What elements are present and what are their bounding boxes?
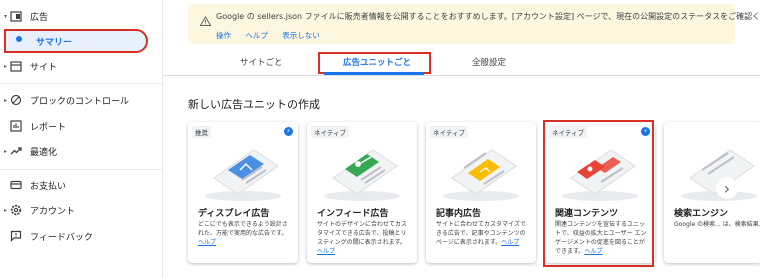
sidebar-item-reports[interactable]: レポート bbox=[0, 112, 160, 140]
sidebar-item-optimization[interactable]: ▸ 最適化 bbox=[0, 137, 160, 165]
web-icon bbox=[10, 60, 22, 72]
sidebar: ▾ 広告 サマリー ▸ サイト ▸ ブロックのコントロール レポート ▸ 最適化… bbox=[0, 0, 163, 278]
native-badge: ネイティブ bbox=[430, 126, 468, 138]
notice-action-link[interactable]: 操作 bbox=[216, 31, 231, 40]
sidebar-item-label: 広告 bbox=[30, 12, 49, 23]
sidebar-item-block-controls[interactable]: ▸ ブロックのコントロール bbox=[0, 86, 160, 114]
dot-icon bbox=[16, 36, 22, 42]
help-link[interactable]: ヘルプ bbox=[317, 248, 335, 255]
help-link[interactable]: ヘルプ bbox=[501, 239, 519, 246]
card-title: 関連コンテンツ bbox=[555, 209, 619, 219]
search-engine-illustration bbox=[681, 149, 757, 201]
in-article-ad-card[interactable]: ネイティブ 記事内広告 サイトに合わせてカスタマイズできる広告で、記事やコンテン… bbox=[426, 122, 536, 263]
sidebar-item-ads[interactable]: ▾ 広告 bbox=[0, 2, 160, 30]
notice-help-link[interactable]: ヘルプ bbox=[245, 31, 268, 40]
bolt-icon: ⚡ bbox=[284, 127, 293, 136]
sidebar-item-label: サイト bbox=[30, 62, 58, 73]
search-engine-card[interactable]: 検索エンジン Google の検索... は、検索結果... bbox=[664, 122, 760, 263]
sidebar-item-summary[interactable]: サマリー bbox=[0, 27, 160, 55]
card-description: Google の検索... は、検索結果... bbox=[674, 221, 760, 228]
ad-unit-icon bbox=[10, 10, 22, 22]
recommended-badge: 推奨 bbox=[192, 126, 211, 138]
card-title: 記事内広告 bbox=[436, 209, 482, 219]
notice-dismiss-link[interactable]: 表示しない bbox=[282, 31, 320, 40]
trending-icon bbox=[10, 145, 22, 157]
tab-bar: サイトごと 広告ユニットごと 全般設定 bbox=[163, 50, 760, 76]
bolt-icon: ⚡ bbox=[641, 127, 650, 136]
card-description: サイトのデザインに合わせてカスタマイズできる広告で、投稿とリスティングの間に表示… bbox=[317, 221, 408, 255]
sidebar-item-label: 最適化 bbox=[30, 147, 58, 158]
help-link[interactable]: ヘルプ bbox=[584, 248, 602, 255]
chevron-right-icon: ▸ bbox=[4, 96, 8, 104]
tab-general-settings[interactable]: 全般設定 bbox=[472, 56, 506, 68]
card-title: インフィード広告 bbox=[317, 209, 389, 219]
block-icon bbox=[10, 94, 22, 106]
next-arrow-button[interactable]: › bbox=[716, 177, 738, 199]
sidebar-item-label: ブロックのコントロール bbox=[30, 96, 130, 107]
tab-by-site[interactable]: サイトごと bbox=[240, 56, 283, 68]
display-ad-illustration bbox=[205, 149, 281, 201]
sidebar-item-feedback[interactable]: フィードバック bbox=[0, 222, 160, 250]
related-content-card[interactable]: ネイティブ ⚡ 関連コンテンツ 関連コンテンツを宣伝するユニットで、収益の拡大と… bbox=[545, 122, 655, 263]
divider bbox=[0, 169, 163, 170]
gear-icon bbox=[10, 204, 22, 216]
report-icon bbox=[10, 120, 22, 132]
sidebar-item-label: お支払い bbox=[30, 181, 67, 192]
card-description: サイトに合わせてカスタマイズできる広告で、記事やコンテンツのページに表示されます… bbox=[436, 221, 526, 246]
chevron-right-icon: ▸ bbox=[4, 206, 8, 214]
sidebar-item-label: フィードバック bbox=[30, 232, 93, 243]
warning-icon bbox=[199, 11, 212, 30]
sidebar-item-payments[interactable]: お支払い bbox=[0, 171, 160, 199]
feedback-icon bbox=[10, 230, 22, 242]
in-feed-ad-card[interactable]: ネイティブ インフィード広告 サイトのデザインに合わせてカスタマイズできる広告で… bbox=[307, 122, 417, 263]
in-feed-ad-illustration bbox=[324, 149, 400, 201]
related-content-illustration bbox=[562, 149, 638, 201]
chevron-right-icon: ▸ bbox=[4, 62, 8, 70]
card-title: 検索エンジン bbox=[674, 209, 729, 219]
notice-message: Google の sellers.json ファイルに販売者情報を公開することを… bbox=[216, 12, 760, 21]
card-description: どこにでも表示できるよう設計された、万能で実用的な広告です。ヘルプ bbox=[198, 221, 288, 246]
in-article-ad-illustration bbox=[443, 149, 519, 201]
payment-icon bbox=[10, 179, 22, 191]
sidebar-item-account[interactable]: ▸ アカウント bbox=[0, 196, 160, 224]
sellers-json-notice: Google の sellers.json ファイルに販売者情報を公開することを… bbox=[188, 4, 760, 44]
native-badge: ネイティブ bbox=[549, 126, 587, 138]
native-badge: ネイティブ bbox=[311, 126, 349, 138]
display-ad-card[interactable]: 推奨 ⚡ ディスプレイ広告 どこにでも表示できるよう設計された、万能で実用的な広… bbox=[188, 122, 298, 263]
help-link[interactable]: ヘルプ bbox=[198, 239, 216, 246]
sidebar-item-sites[interactable]: ▸ サイト bbox=[0, 52, 160, 80]
chevron-right-icon: ▸ bbox=[4, 147, 8, 155]
sidebar-item-label: アカウント bbox=[30, 206, 76, 217]
tab-highlight bbox=[318, 52, 431, 74]
chevron-right-icon: › bbox=[723, 178, 731, 198]
chevron-down-icon: ▾ bbox=[4, 12, 8, 20]
card-description: 関連コンテンツを宣伝するユニットで、収益の拡大とユーザー エンゲージメントの促進… bbox=[555, 221, 647, 255]
sidebar-item-label: レポート bbox=[30, 122, 67, 133]
card-title: ディスプレイ広告 bbox=[198, 209, 270, 219]
divider bbox=[0, 83, 163, 84]
active-tab-indicator bbox=[324, 72, 424, 75]
sidebar-item-label: サマリー bbox=[36, 37, 73, 48]
section-title: 新しい広告ユニットの作成 bbox=[188, 98, 320, 111]
